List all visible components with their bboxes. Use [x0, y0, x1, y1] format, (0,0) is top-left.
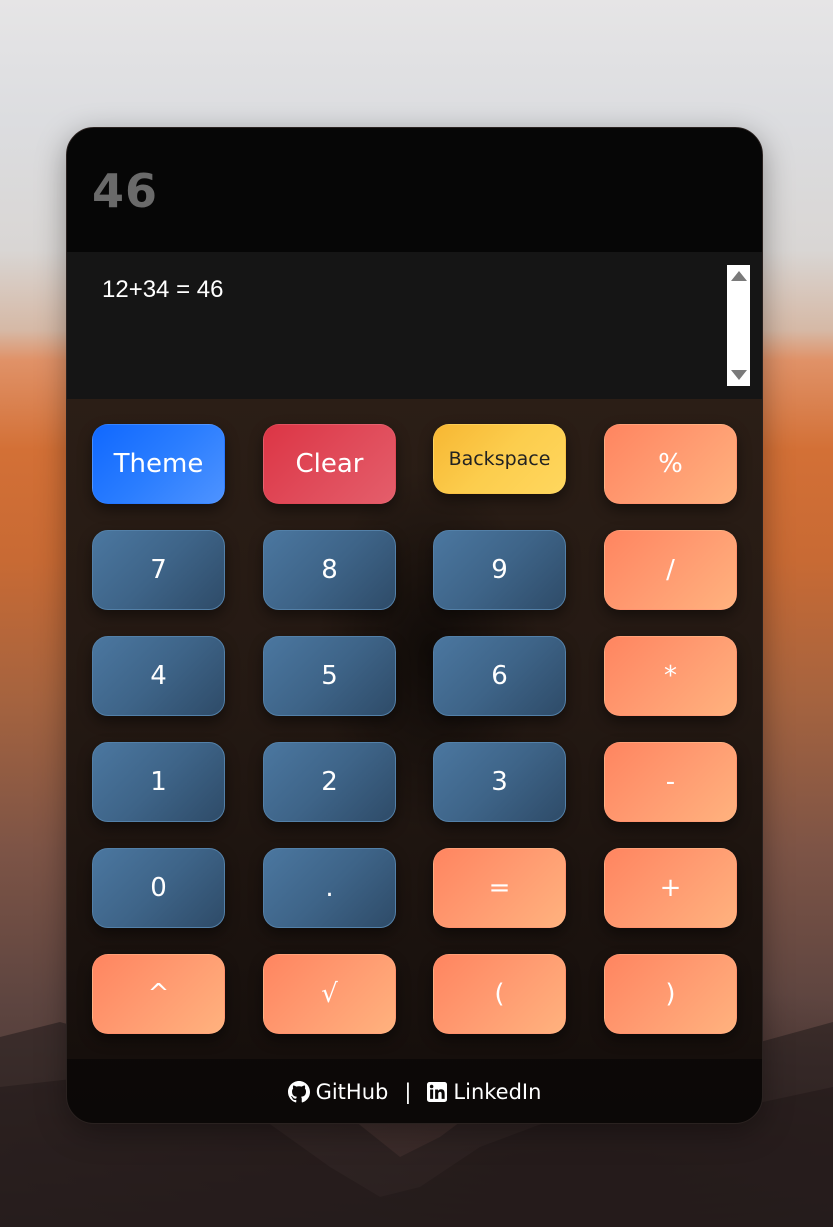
display-value: 46 [92, 164, 159, 218]
divide-button[interactable]: / [604, 530, 737, 610]
add-button[interactable]: + [604, 848, 737, 928]
github-link[interactable]: GitHub [287, 1080, 389, 1104]
backspace-button[interactable]: Backspace [433, 424, 566, 494]
calculator-panel: 46 12+34 = 46 Theme Clear Backspace % 7 … [66, 127, 763, 1124]
digit-0-button[interactable]: 0 [92, 848, 225, 928]
multiply-button[interactable]: * [604, 636, 737, 716]
digit-6-button[interactable]: 6 [433, 636, 566, 716]
percent-button[interactable]: % [604, 424, 737, 504]
history-entry: 12+34 = 46 [102, 276, 224, 303]
close-paren-button[interactable]: ) [604, 954, 737, 1034]
linkedin-link[interactable]: LinkedIn [427, 1080, 541, 1104]
scroll-up-arrow-icon[interactable] [731, 271, 747, 281]
subtract-button[interactable]: - [604, 742, 737, 822]
power-button[interactable]: ^ [92, 954, 225, 1034]
digit-8-button[interactable]: 8 [263, 530, 396, 610]
github-label: GitHub [315, 1080, 389, 1104]
sqrt-button[interactable]: √ [263, 954, 396, 1034]
linkedin-icon [427, 1082, 448, 1102]
digit-1-button[interactable]: 1 [92, 742, 225, 822]
digit-2-button[interactable]: 2 [263, 742, 396, 822]
digit-4-button[interactable]: 4 [92, 636, 225, 716]
theme-button[interactable]: Theme [92, 424, 225, 504]
decimal-button[interactable]: . [263, 848, 396, 928]
equals-button[interactable]: = [433, 848, 566, 928]
footer-separator: | [404, 1080, 412, 1104]
digit-9-button[interactable]: 9 [433, 530, 566, 610]
footer: GitHub | LinkedIn [67, 1059, 762, 1123]
digit-7-button[interactable]: 7 [92, 530, 225, 610]
linkedin-label: LinkedIn [453, 1080, 542, 1104]
history-panel[interactable]: 12+34 = 46 [67, 252, 762, 399]
keypad: Theme Clear Backspace % 7 8 9 / 4 5 6 * … [67, 399, 762, 1059]
history-scrollbar[interactable] [727, 265, 750, 386]
scroll-down-arrow-icon[interactable] [731, 370, 747, 380]
open-paren-button[interactable]: ( [433, 954, 566, 1034]
digit-5-button[interactable]: 5 [263, 636, 396, 716]
github-icon [287, 1081, 310, 1103]
digit-3-button[interactable]: 3 [433, 742, 566, 822]
clear-button[interactable]: Clear [263, 424, 396, 504]
display: 46 [67, 128, 762, 252]
